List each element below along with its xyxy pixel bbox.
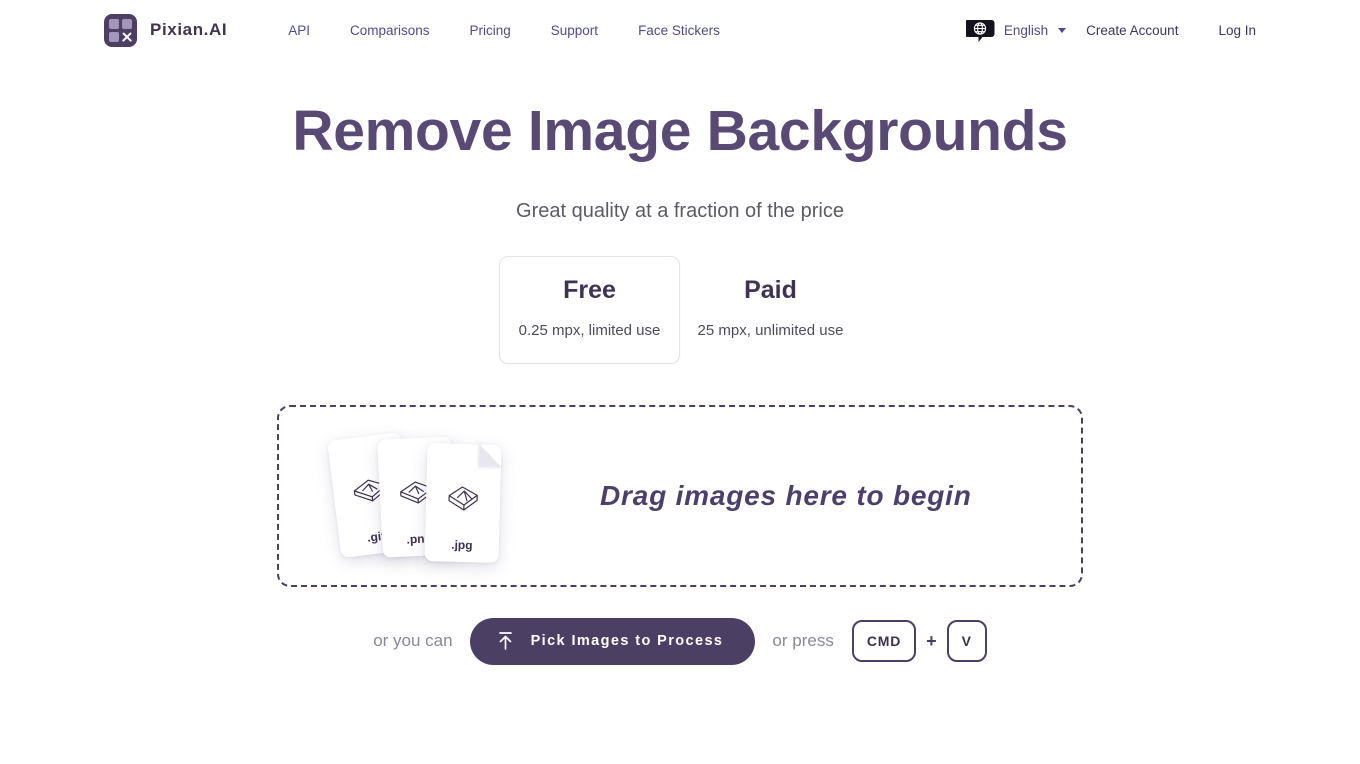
page-title: Remove Image Backgrounds bbox=[292, 99, 1068, 163]
plus-symbol: + bbox=[926, 630, 937, 651]
hero-subtitle: Great quality at a fraction of the price bbox=[516, 199, 844, 222]
file-stack-illustration: .gif .png .jpg bbox=[306, 416, 556, 576]
tier-option-paid[interactable]: Paid 25 mpx, unlimited use bbox=[680, 256, 861, 364]
image-file-icon bbox=[443, 481, 484, 521]
tier-name: Free bbox=[563, 275, 616, 304]
brand-name: Pixian.AI bbox=[150, 20, 228, 39]
tier-name: Paid bbox=[744, 275, 797, 304]
chevron-down-icon bbox=[1058, 27, 1067, 33]
nav-item-support[interactable]: Support bbox=[531, 23, 618, 38]
language-selector[interactable]: English bbox=[965, 15, 1067, 45]
hero-section: Remove Image Backgrounds Great quality a… bbox=[0, 99, 1360, 223]
tier-description: 0.25 mpx, limited use bbox=[518, 321, 661, 339]
create-account-link[interactable]: Create Account bbox=[1066, 23, 1198, 38]
pick-images-button[interactable]: Pick Images to Process bbox=[469, 617, 756, 665]
auth-links: Create Account Log In bbox=[1066, 23, 1256, 38]
brand-home-link[interactable]: Pixian.AI bbox=[104, 13, 228, 47]
paste-shortcut: CMD + V bbox=[851, 620, 987, 663]
tier-description: 25 mpx, unlimited use bbox=[697, 321, 844, 339]
dropzone-section: .gif .png .jpg Drag images here to begin bbox=[0, 404, 1360, 587]
globe-icon bbox=[965, 15, 996, 45]
dropzone-message: Drag images here to begin bbox=[600, 479, 972, 511]
hint-before-shortcut: or press bbox=[772, 631, 834, 651]
site-header: Pixian.AI API Comparisons Pricing Suppor… bbox=[0, 0, 1360, 60]
main-nav: API Comparisons Pricing Support Face Sti… bbox=[268, 23, 740, 38]
upload-icon bbox=[496, 630, 515, 652]
log-in-link[interactable]: Log In bbox=[1198, 23, 1256, 38]
key-v[interactable]: V bbox=[946, 620, 987, 663]
key-cmd[interactable]: CMD bbox=[851, 620, 917, 663]
tier-option-free[interactable]: Free 0.25 mpx, limited use bbox=[499, 255, 680, 364]
hint-before-button: or you can bbox=[373, 631, 453, 651]
header-right: English Create Account Log In bbox=[965, 15, 1256, 45]
file-extension-label: .jpg bbox=[451, 537, 473, 553]
action-row: or you can Pick Images to Process or pre… bbox=[0, 617, 1360, 665]
image-dropzone[interactable]: .gif .png .jpg Drag images here to begin bbox=[277, 404, 1083, 587]
pixian-logo-icon bbox=[104, 13, 137, 47]
nav-item-api[interactable]: API bbox=[268, 23, 330, 38]
nav-item-pricing[interactable]: Pricing bbox=[450, 23, 531, 38]
file-card-jpg: .jpg bbox=[424, 442, 502, 563]
folded-corner-icon bbox=[478, 444, 502, 467]
language-label: English bbox=[1003, 22, 1049, 38]
tier-selector: Free 0.25 mpx, limited use Paid 25 mpx, … bbox=[0, 255, 1360, 364]
nav-item-face-stickers[interactable]: Face Stickers bbox=[618, 23, 740, 38]
nav-item-comparisons[interactable]: Comparisons bbox=[330, 23, 450, 38]
pick-images-button-label: Pick Images to Process bbox=[530, 633, 724, 650]
